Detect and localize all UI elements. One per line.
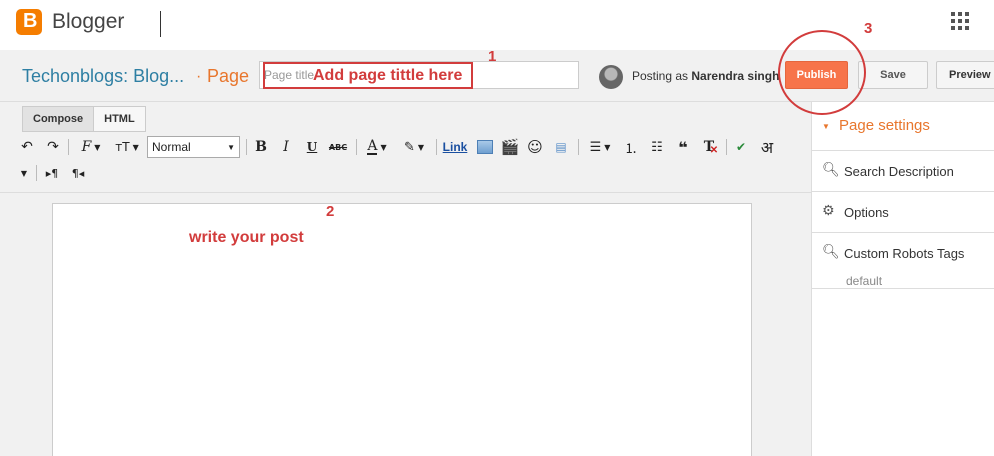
link-label: Link [442,140,468,154]
sidebar-item-custom-robots-tags[interactable]: 🔍︎ Custom Robots Tags default [812,233,994,289]
tab-html[interactable]: HTML [94,106,146,132]
blogger-logo-icon[interactable]: B [16,9,42,35]
header-divider [160,11,161,37]
gear-icon: ⚙ [822,203,835,219]
posting-as-text: Posting as Narendra singh [632,69,779,83]
highlight-icon[interactable]: ✎ ▼ [398,136,430,158]
font-family-icon[interactable]: F ▼ [76,136,106,158]
toolbar-divider [436,139,437,155]
redo-icon[interactable]: ↷ [44,136,62,158]
paragraph-format-value: Normal [152,140,191,154]
logo-letter: B [23,10,38,32]
emoji-icon[interactable]: ☺ [526,136,544,158]
blog-name-link[interactable]: Techonblogs: Blog... [22,66,184,87]
sidebar-item-label: Search Description [844,164,954,179]
rtl-icon[interactable]: ¶◂ [69,162,87,184]
chevron-down-icon: ▼ [227,143,235,152]
page-type-label: Page [207,66,250,86]
numbered-list-icon[interactable]: ⒈ [622,136,640,158]
underline-icon[interactable]: U [303,136,321,158]
toolbar-divider [36,165,37,181]
editor-mode-tabs: Compose HTML [22,106,146,132]
image-icon[interactable] [475,136,495,158]
sidebar-item-label: Custom Robots Tags [844,246,965,261]
ltr-icon[interactable]: ▸¶ [43,162,61,184]
toolbar-divider [0,192,811,193]
save-button[interactable]: Save [858,61,928,89]
toolbar-divider [578,139,579,155]
chevron-down-icon: ▼ [822,122,830,131]
search-icon: 🔍︎ [822,162,840,178]
preview-button[interactable]: Preview [936,61,994,89]
bulleted-list-icon[interactable]: ☷ [648,136,666,158]
chevron-down-icon[interactable]: ▼ [18,162,30,184]
annotation-post-hint: write your post [189,229,304,246]
toolbar-divider [726,139,727,155]
toolbar-divider [356,139,357,155]
sidebar-item-search-description[interactable]: 🔍︎ Search Description [812,151,994,192]
posting-as-user: Narendra singh [691,69,780,83]
link-button[interactable]: Link [442,136,468,158]
strikethrough-icon[interactable]: ABC [327,136,349,158]
jump-break-icon[interactable]: ▤ [552,136,570,158]
annotation-number-1: 1 [488,48,497,65]
transliterate-icon[interactable]: अ [758,136,776,158]
annotation-publish-circle [778,30,866,115]
app-name[interactable]: Blogger [52,10,124,34]
page-settings-sidebar: ▼ Page settings 🔍︎ Search Description ⚙ … [811,102,994,456]
annotation-number-2: 2 [326,203,335,220]
bold-icon[interactable]: B [252,136,270,158]
page-settings-title: Page settings [839,117,930,134]
post-body-editor[interactable] [52,203,752,456]
search-icon: 🔍︎ [822,244,840,260]
align-icon[interactable]: ☰ ▼ [584,136,616,158]
font-size-icon[interactable]: тT ▼ [112,136,142,158]
spellcheck-icon[interactable]: ✔ [732,136,750,158]
italic-icon[interactable]: I [277,136,295,158]
quote-icon[interactable]: ❝ [674,136,692,158]
annotation-title-hint: Add page tittle here [313,67,463,84]
apps-grid-icon[interactable] [951,12,969,30]
toolbar-divider [246,139,247,155]
clear-format-icon[interactable]: T ✕ [700,136,718,158]
posting-as-prefix: Posting as [632,69,689,83]
paragraph-format-select[interactable]: Normal ▼ [147,136,240,158]
breadcrumb-separator: · [196,68,202,85]
annotation-number-3: 3 [864,20,873,37]
sidebar-item-value: default [846,274,883,288]
avatar[interactable] [599,65,623,89]
video-icon[interactable]: 🎬 [501,136,520,158]
sidebar-item-options[interactable]: ⚙ Options [812,192,994,233]
toolbar-divider [68,139,69,155]
tab-compose[interactable]: Compose [22,106,95,132]
text-color-icon[interactable]: A ▼ [362,136,392,158]
sidebar-item-label: Options [844,205,889,220]
editor-area: Compose HTML ↶ ↷ F ▼ тT ▼ Normal ▼ B I U A… [0,102,811,456]
undo-icon[interactable]: ↶ [18,136,36,158]
